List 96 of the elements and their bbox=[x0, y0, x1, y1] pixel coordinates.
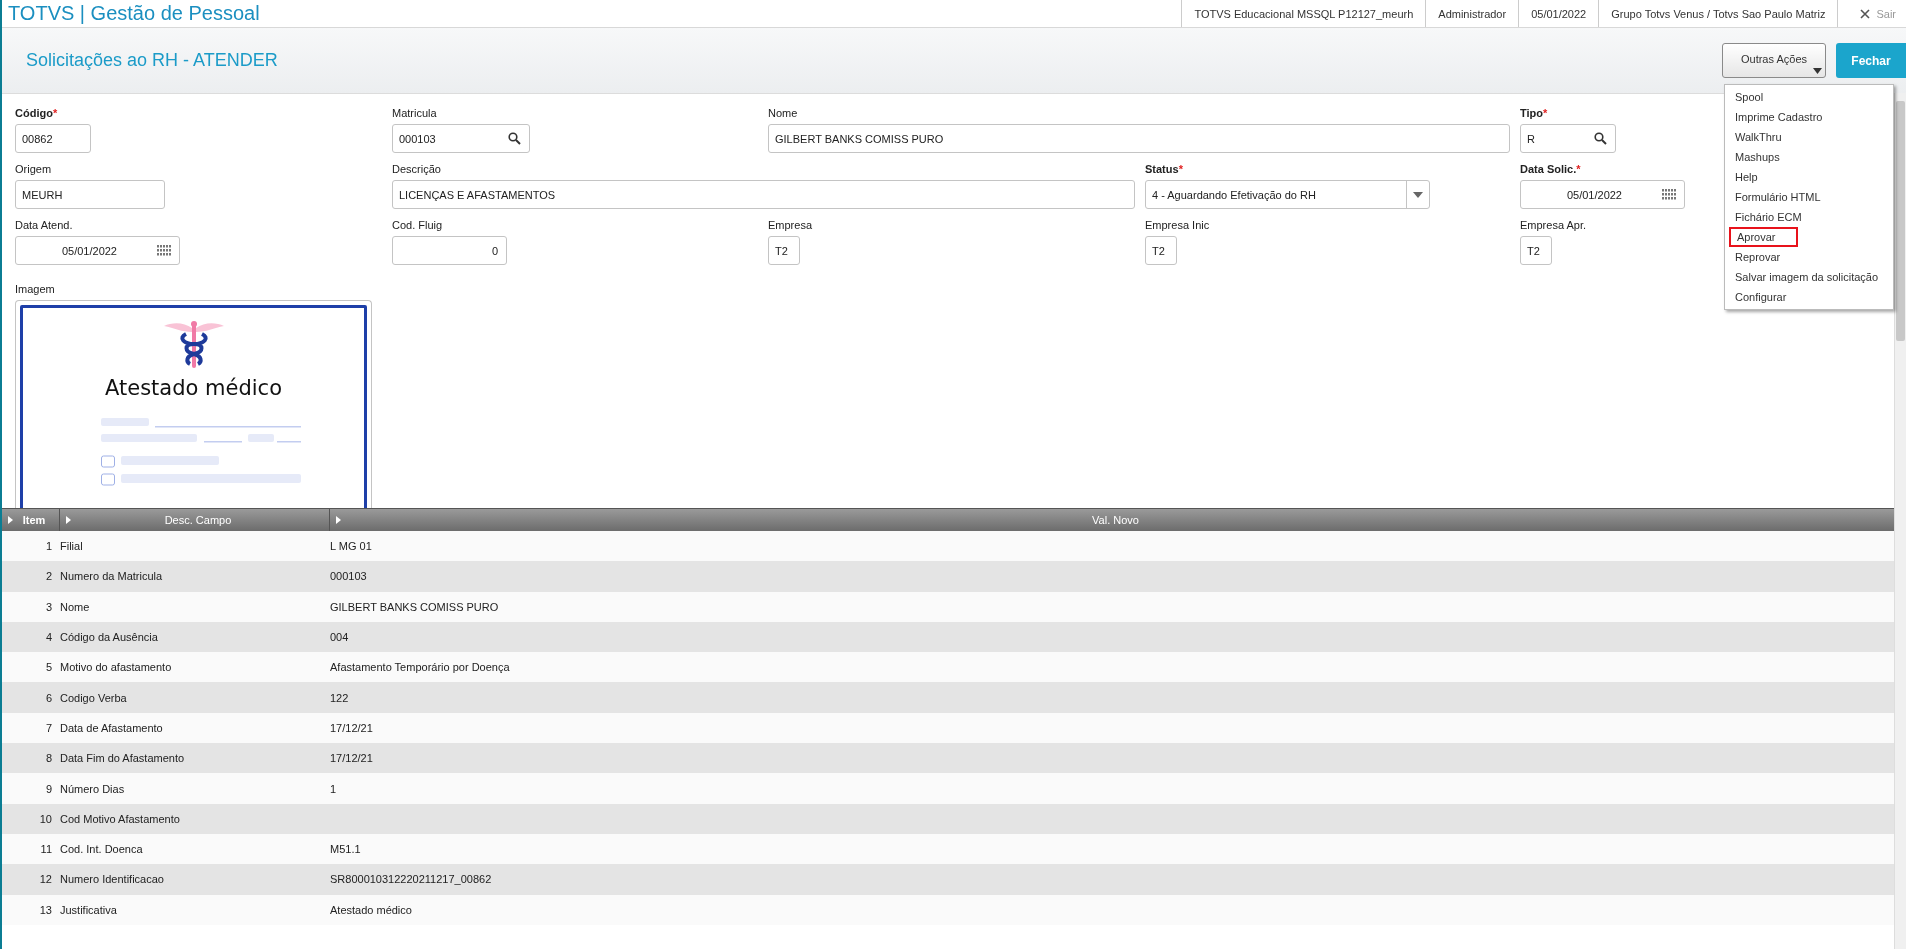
table-cell-text: 004 bbox=[330, 631, 350, 644]
table-cell-text: 000103 bbox=[330, 570, 368, 583]
field-label: Tipo* bbox=[1520, 107, 1548, 121]
table-cell-text: Código da Ausência bbox=[60, 631, 159, 644]
table-cell-text: Nome bbox=[60, 600, 91, 613]
table-cell-text: Justificativa bbox=[60, 903, 118, 916]
table-cell-text: 8 bbox=[44, 752, 53, 765]
calendar-icon[interactable] bbox=[157, 245, 171, 256]
table-cell-text: Motivo do afastamento bbox=[60, 661, 173, 674]
sort-arrow-icon bbox=[336, 516, 341, 524]
table-cell-text: 17/12/21 bbox=[330, 721, 374, 734]
table-cell-text: Codigo Verba bbox=[60, 691, 128, 704]
menu-item[interactable]: WalkThru bbox=[1731, 127, 1887, 147]
document-title: Atestado médico bbox=[105, 376, 282, 400]
table-cell-text: 9 bbox=[44, 782, 53, 795]
field-label: Empresa bbox=[768, 219, 813, 233]
search-icon[interactable] bbox=[508, 132, 521, 145]
table-cell-text: Atestado médico bbox=[330, 903, 413, 916]
field-label: Descrição bbox=[392, 163, 441, 177]
table-cell-text: GILBERT BANKS COMISS PURO bbox=[330, 600, 500, 613]
input-field[interactable]: 0 bbox=[392, 236, 507, 265]
more-actions-button[interactable]: Outras Ações bbox=[1722, 43, 1826, 78]
table-cell-text: Numero Identificacao bbox=[60, 873, 165, 886]
session-info: Grupo Totvs Venus / Totvs Sao Paulo Matriz bbox=[1598, 0, 1838, 27]
table-cell-text: 6 bbox=[44, 691, 53, 704]
menu-item[interactable]: Spool bbox=[1731, 87, 1887, 107]
input-field[interactable]: T2 bbox=[1145, 236, 1177, 265]
table-cell-text: 5 bbox=[44, 661, 53, 674]
table-cell-text: Numero da Matricula bbox=[60, 570, 164, 583]
menu-item[interactable]: Imprime Cadastro bbox=[1731, 107, 1887, 127]
menu-item[interactable]: Help bbox=[1731, 167, 1887, 187]
menu-item[interactable]: Formulário HTML bbox=[1731, 187, 1887, 207]
table-cell-text: Cod Motivo Afastamento bbox=[60, 812, 181, 825]
close-icon[interactable] bbox=[1860, 8, 1871, 19]
input-field[interactable]: 4 - Aguardando Efetivação do RH bbox=[1145, 180, 1430, 209]
calendar-icon[interactable] bbox=[1662, 189, 1676, 200]
table-cell-text: Filial bbox=[60, 540, 84, 553]
input-field[interactable]: R bbox=[1520, 124, 1616, 153]
field-label: Status* bbox=[1145, 163, 1183, 177]
session-info: TOTVS Educacional MSSQL P12127_meurh bbox=[1181, 0, 1426, 27]
field-label: Empresa Inic bbox=[1145, 219, 1210, 233]
sort-arrow-icon bbox=[66, 516, 71, 524]
input-field[interactable]: T2 bbox=[1520, 236, 1552, 265]
field-label: Data Atend. bbox=[15, 219, 73, 233]
input-field[interactable]: GILBERT BANKS COMISS PURO bbox=[768, 124, 1510, 153]
table-cell-text: Data Fim do Afastamento bbox=[60, 752, 186, 765]
table-cell-text: 1 bbox=[44, 540, 53, 553]
session-info: 05/01/2022 bbox=[1518, 0, 1599, 27]
table-cell-text: 10 bbox=[38, 812, 53, 825]
table-cell-text: L MG 01 bbox=[330, 540, 373, 553]
input-field[interactable]: 000103 bbox=[392, 124, 530, 153]
table-cell-text: 12 bbox=[38, 873, 53, 886]
caduceus-icon bbox=[163, 320, 224, 368]
app-title: TOTVS | Gestão de Pessoal bbox=[7, 2, 260, 25]
table-cell-text: 2 bbox=[44, 570, 53, 583]
input-field[interactable]: 05/01/2022 bbox=[1520, 180, 1685, 209]
table-cell-text: 3 bbox=[44, 600, 53, 613]
input-field[interactable]: MEURH bbox=[15, 180, 165, 209]
field-label: Código* bbox=[15, 107, 58, 121]
menu-item[interactable]: Reprovar bbox=[1731, 247, 1887, 267]
field-label: Imagem bbox=[15, 283, 55, 297]
field-label: Origem bbox=[15, 163, 52, 177]
search-icon[interactable] bbox=[1594, 132, 1607, 145]
session-info: Administrador bbox=[1425, 0, 1519, 27]
sort-arrow-icon bbox=[8, 516, 13, 524]
page-title: Solicitações ao RH - ATENDER bbox=[25, 50, 278, 71]
table-cell-text: 1 bbox=[330, 782, 338, 795]
field-label: Cod. Fluig bbox=[392, 219, 443, 233]
input-field[interactable]: 00862 bbox=[15, 124, 91, 153]
table-cell-text: 13 bbox=[38, 903, 53, 916]
caret-icon bbox=[1813, 68, 1822, 74]
menu-item[interactable]: Configurar bbox=[1731, 287, 1887, 307]
table-cell-text: Número Dias bbox=[60, 782, 126, 795]
table-cell-text: 11 bbox=[39, 843, 53, 856]
table-cell-text: 4 bbox=[44, 631, 53, 644]
table-cell-text: SR800010312220211217_00862 bbox=[330, 873, 493, 886]
menu-item[interactable]: Salvar imagem da solicitação bbox=[1731, 267, 1887, 287]
input-field[interactable]: 05/01/2022 bbox=[15, 236, 180, 265]
table-cell-text: 17/12/21 bbox=[330, 752, 374, 765]
field-label: Data Solic.* bbox=[1520, 163, 1581, 177]
scrollbar[interactable] bbox=[1894, 93, 1906, 949]
input-field[interactable]: T2 bbox=[768, 236, 800, 265]
table-cell-text: 7 bbox=[44, 721, 53, 734]
menu-item[interactable]: Aprovar bbox=[1729, 227, 1798, 247]
table-cell-text: Cod. Int. Doenca bbox=[60, 843, 144, 856]
field-label: Nome bbox=[768, 107, 798, 121]
table-cell-text: M51.1 bbox=[330, 843, 362, 856]
menu-item[interactable]: Fichário ECM bbox=[1731, 207, 1887, 227]
table-cell-text: 122 bbox=[330, 691, 350, 704]
input-field[interactable]: LICENÇAS E AFASTAMENTOS bbox=[392, 180, 1135, 209]
table-cell-text: Afastamento Temporário por Doença bbox=[330, 661, 511, 674]
menu-item[interactable]: Mashups bbox=[1731, 147, 1887, 167]
field-label: Empresa Apr. bbox=[1520, 219, 1587, 233]
field-label: Matricula bbox=[392, 107, 437, 121]
scroll-thumb[interactable] bbox=[1896, 101, 1905, 341]
table-cell-text: Data de Afastamento bbox=[60, 721, 164, 734]
